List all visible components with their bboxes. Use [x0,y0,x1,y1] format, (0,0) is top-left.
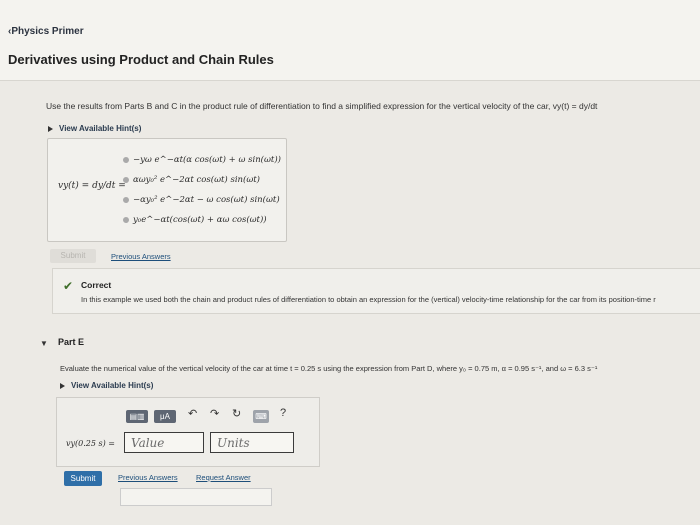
submit-button-d[interactable]: Submit [50,249,96,263]
part-e-heading[interactable]: Part E [58,337,84,347]
request-answer-link[interactable]: Request Answer [196,473,251,482]
units-input[interactable]: Units [210,432,294,453]
page-title: Derivatives using Product and Chain Rule… [8,52,274,67]
expand-icon [60,382,65,389]
choice-1[interactable]: −yω e^−αt(α cos(ωt) + ω sin(ωt)) [123,155,281,165]
undo-icon[interactable]: ↶ [188,407,197,420]
redo-icon[interactable]: ↷ [210,407,219,420]
choice-4[interactable]: y₀e^−αt(cos(ωt) + αω cos(ωt)) [123,215,267,225]
correct-feedback: ✔ Correct In this example we used both t… [52,268,700,314]
back-link[interactable]: ‹Physics Primer [8,26,84,37]
template-button[interactable]: ▤▥ [126,410,148,423]
back-label: Physics Primer [11,26,84,37]
radio-icon[interactable] [123,176,129,183]
choice-3[interactable]: −αy₀² e^−2αt − ω cos(ωt) sin(ωt) [123,195,280,205]
radio-icon[interactable] [123,196,129,203]
previous-answers-link-d[interactable]: Previous Answers [111,252,171,261]
submit-button-e[interactable]: Submit [64,471,102,486]
checkmark-icon: ✔ [63,279,74,293]
units-button[interactable]: μA [154,410,176,423]
value-input[interactable]: Value [124,432,204,453]
help-icon[interactable]: ? [280,407,286,419]
choice-2[interactable]: αωy₀² e^−2αt cos(ωt) sin(ωt) [123,175,260,185]
radio-icon[interactable] [123,156,129,163]
part-e-lhs: vy(0.25 s) = [66,439,115,448]
reset-icon[interactable]: ↻ [232,407,241,420]
answer-choice-box: vy(t) = dy/dt = −yω e^−αt(α cos(ωt) + ω … [47,138,287,242]
keyboard-icon[interactable]: ⌨ [253,410,269,423]
previous-answers-link-e[interactable]: Previous Answers [118,473,178,482]
hints-toggle-e[interactable]: View Available Hint(s) [60,381,153,390]
correct-text: In this example we used both the chain a… [81,295,656,304]
top-bar: ‹Physics Primer Derivatives using Produc… [0,0,700,81]
part-e-prompt: Evaluate the numerical value of the vert… [60,364,598,373]
part-d-prompt: Use the results from Parts B and C in th… [46,101,598,111]
chevron-down-icon[interactable]: ▼ [40,339,48,348]
radio-icon[interactable] [123,216,129,223]
correct-label: Correct [81,280,112,290]
lhs-expression: vy(t) = dy/dt = [58,181,126,191]
expand-icon [48,125,53,132]
next-section-box [120,488,272,506]
hints-toggle-d[interactable]: View Available Hint(s) [48,124,141,133]
